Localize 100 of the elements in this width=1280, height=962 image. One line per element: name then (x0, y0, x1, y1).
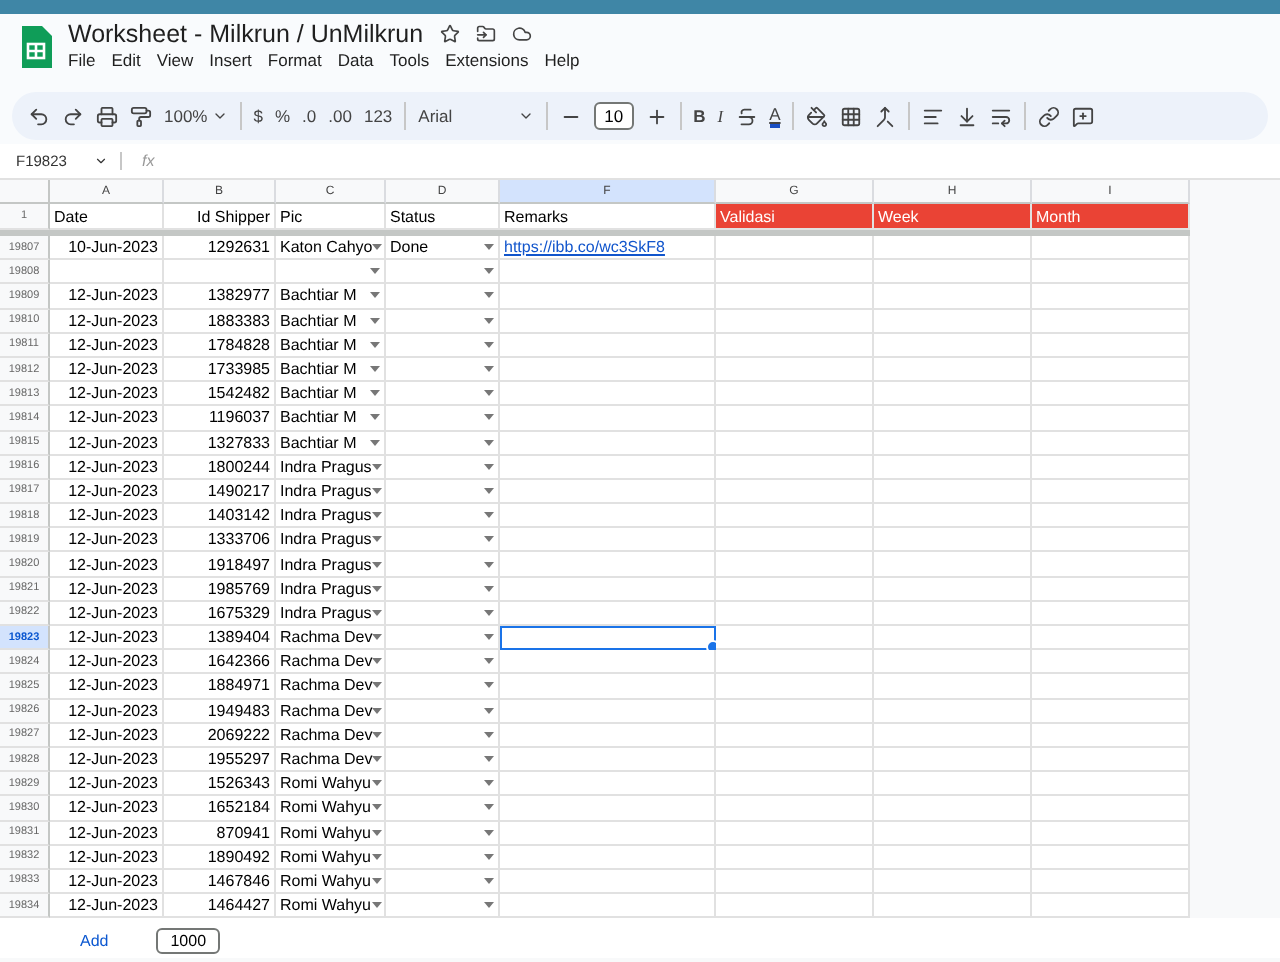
dropdown-cell[interactable]: Indra Pragus (276, 528, 386, 553)
menu-item[interactable]: File (68, 50, 96, 70)
dropdown-caret-icon[interactable] (484, 292, 494, 299)
dropdown-cell[interactable] (386, 333, 500, 358)
dropdown-cell[interactable]: Bachtiar M (276, 431, 386, 456)
paint-roller-icon[interactable] (130, 105, 152, 127)
dropdown-cell[interactable] (386, 772, 500, 797)
dropdown-caret-icon[interactable] (371, 561, 382, 568)
dropdown-caret-icon[interactable] (484, 877, 494, 884)
zoom-dropdown[interactable]: 100% (164, 106, 228, 126)
dropdown-caret-icon[interactable] (484, 902, 494, 909)
menu-item[interactable]: Format (267, 50, 322, 70)
dropdown-cell[interactable] (386, 528, 500, 553)
dropdown-cell[interactable]: Indra Pragus (276, 577, 386, 602)
dropdown-cell[interactable] (386, 552, 500, 578)
dropdown-cell[interactable]: Romi Wahyu (276, 796, 386, 821)
dropdown-caret-icon[interactable] (484, 244, 494, 251)
paint-bucket-icon[interactable] (806, 105, 829, 127)
dropdown-cell[interactable] (386, 601, 500, 626)
merge-icon[interactable] (874, 105, 897, 127)
dropdown-cell[interactable]: Bachtiar M (276, 406, 386, 431)
dropdown-caret-icon[interactable] (371, 512, 382, 519)
dropdown-cell[interactable] (386, 674, 500, 700)
caret-icon[interactable] (518, 108, 535, 124)
dropdown-cell[interactable]: Rachma Dev (276, 699, 386, 724)
dropdown-cell[interactable] (386, 747, 500, 773)
dropdown-caret-icon[interactable] (484, 707, 494, 714)
dropdown-cell[interactable]: Done (386, 236, 500, 261)
dropdown-caret-icon[interactable] (484, 268, 494, 275)
dropdown-cell[interactable] (386, 479, 500, 505)
vertical-align-icon[interactable] (956, 105, 979, 127)
dropdown-caret-icon[interactable] (484, 756, 494, 763)
dropdown-cell[interactable] (386, 382, 500, 407)
dropdown-caret-icon[interactable] (370, 366, 380, 373)
menu-item[interactable]: Data (337, 50, 374, 70)
dropdown-cell[interactable] (386, 723, 500, 748)
dropdown-cell[interactable] (386, 796, 500, 821)
dropdown-caret-icon[interactable] (372, 634, 383, 641)
text-color-button[interactable]: A (769, 104, 781, 128)
dropdown-caret-icon[interactable] (371, 609, 382, 616)
dropdown-caret-icon[interactable] (370, 390, 380, 397)
caret-icon[interactable] (211, 108, 228, 124)
dropdown-caret-icon[interactable] (370, 414, 380, 421)
wrap-text-icon[interactable] (990, 105, 1013, 127)
dropdown-cell[interactable] (386, 577, 500, 602)
menu-item[interactable]: Tools (389, 50, 430, 70)
plus-icon[interactable] (645, 105, 668, 127)
dropdown-caret-icon[interactable] (371, 585, 382, 592)
dropdown-caret-icon[interactable] (372, 756, 383, 763)
dropdown-caret-icon[interactable] (484, 609, 494, 616)
menu-item[interactable]: View (156, 50, 194, 70)
dropdown-caret-icon[interactable] (372, 707, 383, 714)
move-folder-icon[interactable] (475, 24, 496, 44)
menu-item[interactable]: Extensions (445, 50, 529, 70)
increase-decimal-button[interactable]: .00 (328, 106, 352, 126)
currency-button[interactable]: $ (253, 106, 263, 126)
menu-item[interactable]: Insert (209, 50, 252, 70)
font-size-field[interactable]: 10 (594, 102, 634, 130)
document-title[interactable]: Worksheet - Milkrun / UnMilkrun (68, 20, 424, 48)
dropdown-caret-icon[interactable] (484, 561, 494, 568)
dropdown-cell[interactable]: Indra Pragus (276, 479, 386, 505)
dropdown-caret-icon[interactable] (370, 292, 380, 299)
dropdown-caret-icon[interactable] (371, 780, 381, 787)
borders-icon[interactable] (840, 105, 863, 127)
undo-icon[interactable] (28, 105, 50, 127)
dropdown-cell[interactable] (386, 699, 500, 724)
dropdown-cell[interactable]: Bachtiar M (276, 357, 386, 383)
dropdown-caret-icon[interactable] (370, 439, 380, 446)
dropdown-caret-icon[interactable] (484, 439, 494, 446)
dropdown-cell[interactable]: Bachtiar M (276, 309, 386, 334)
dropdown-caret-icon[interactable] (484, 536, 494, 543)
dropdown-caret-icon[interactable] (484, 853, 494, 860)
selected-cell[interactable] (500, 626, 716, 651)
dropdown-cell[interactable]: Romi Wahyu (276, 869, 386, 895)
dropdown-caret-icon[interactable] (484, 463, 494, 470)
dropdown-cell[interactable]: Rachma Dev (276, 747, 386, 773)
dropdown-caret-icon[interactable] (484, 414, 494, 421)
dropdown-caret-icon[interactable] (484, 341, 494, 348)
dropdown-caret-icon[interactable] (371, 487, 382, 494)
dropdown-cell[interactable] (386, 260, 500, 285)
dropdown-cell[interactable]: Indra Pragus (276, 552, 386, 578)
star-icon[interactable] (439, 24, 460, 44)
dropdown-cell[interactable]: Indra Pragus (276, 455, 386, 480)
dropdown-cell[interactable] (386, 504, 500, 529)
dropdown-caret-icon[interactable] (371, 463, 382, 470)
dropdown-caret-icon[interactable] (484, 658, 494, 665)
dropdown-cell[interactable] (386, 869, 500, 895)
bold-button[interactable]: B (693, 106, 706, 126)
add-rows-link[interactable]: Add (80, 931, 109, 950)
dropdown-caret-icon[interactable] (484, 487, 494, 494)
dropdown-cell[interactable]: Bachtiar M (276, 333, 386, 358)
link-icon[interactable] (1038, 105, 1061, 127)
align-left-icon[interactable] (922, 105, 945, 127)
dropdown-cell[interactable] (386, 406, 500, 431)
dropdown-caret-icon[interactable] (371, 804, 381, 811)
dropdown-cell[interactable] (386, 309, 500, 334)
dropdown-cell[interactable]: Katon Cahyo (276, 236, 386, 261)
comment-icon[interactable] (1072, 105, 1095, 127)
dropdown-caret-icon[interactable] (484, 390, 494, 397)
redo-icon[interactable] (62, 105, 84, 127)
